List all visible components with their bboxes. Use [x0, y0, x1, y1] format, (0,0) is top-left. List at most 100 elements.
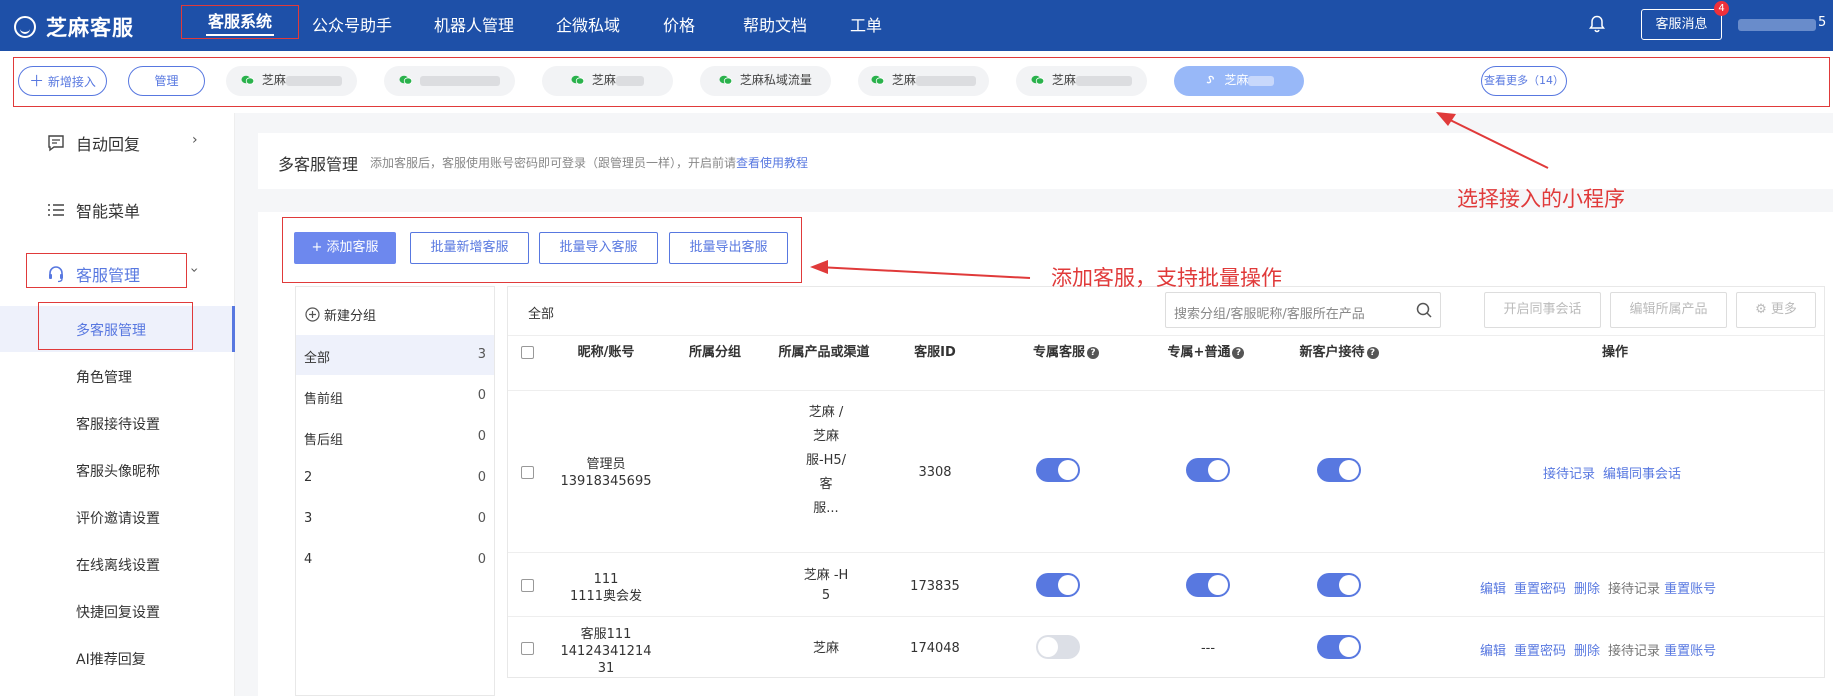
- channel-item[interactable]: 芝麻: [226, 66, 357, 96]
- sidebar-item-smart-menu[interactable]: 智能菜单: [46, 198, 140, 222]
- help-icon: ?: [1087, 347, 1099, 359]
- sidebar-sub-roles[interactable]: 角色管理: [76, 367, 132, 387]
- nav-wecom[interactable]: 企微私域: [556, 0, 620, 51]
- dedicated-toggle[interactable]: [1036, 573, 1080, 597]
- sidebar-sub-online[interactable]: 在线离线设置: [76, 555, 160, 575]
- group-item[interactable]: 20: [296, 458, 494, 498]
- group-item[interactable]: 售前组 0: [296, 376, 494, 416]
- reception-record-link[interactable]: 接待记录: [1608, 582, 1660, 597]
- edit-colleague-chat-link[interactable]: 编辑同事会话: [1603, 467, 1681, 482]
- nav-robot[interactable]: 机器人管理: [434, 0, 514, 51]
- reset-password-link[interactable]: 重置密码: [1514, 644, 1566, 659]
- chevron-down-icon[interactable]: ›: [186, 267, 202, 273]
- wechat-icon: [1031, 75, 1045, 85]
- row-actions: 编辑 重置密码 删除 接待记录 重置账号: [1480, 578, 1724, 597]
- new-customer-toggle[interactable]: [1317, 573, 1361, 597]
- logo-icon: [14, 16, 36, 38]
- reset-account-link[interactable]: 重置账号: [1664, 582, 1716, 597]
- col-dedicated-normal: 专属+普通?: [1146, 344, 1266, 362]
- channel-item[interactable]: 芝麻私域流量: [700, 66, 831, 96]
- sidebar-sub-multi-cs[interactable]: 多客服管理: [76, 320, 146, 340]
- delete-link[interactable]: 删除: [1574, 644, 1600, 659]
- sidebar-sub-quick-reply[interactable]: 快捷回复设置: [76, 602, 160, 622]
- col-ops: 操作: [1601, 345, 1628, 360]
- batch-new-button[interactable]: 批量新增客服: [410, 232, 529, 264]
- reception-record-link[interactable]: 接待记录: [1543, 467, 1595, 482]
- row-checkbox[interactable]: [521, 642, 534, 655]
- sidebar-sub-avatar[interactable]: 客服头像昵称: [76, 461, 160, 481]
- search-input[interactable]: 搜索分组/客服昵称/客服所在产品: [1165, 292, 1441, 328]
- nav-official-account[interactable]: 公众号助手: [312, 0, 392, 51]
- wechat-icon: [399, 75, 413, 85]
- list-icon: [48, 204, 64, 216]
- group-item-all[interactable]: 全部 3: [296, 335, 494, 375]
- cs-message-button[interactable]: 客服消息: [1641, 9, 1722, 40]
- dedicated-normal-toggle[interactable]: [1186, 573, 1230, 597]
- view-more-channels[interactable]: 查看更多（14）: [1481, 66, 1567, 96]
- edit-link[interactable]: 编辑: [1480, 582, 1506, 597]
- add-channel-button[interactable]: ＋ 新增接入: [18, 66, 107, 96]
- description-card: 多客服管理 添加客服后，客服使用账号密码即可登录（跟管理员一样），开启前请查看使…: [258, 133, 1833, 189]
- sidebar-item-auto-reply[interactable]: 自动回复: [46, 131, 140, 155]
- nav-price[interactable]: 价格: [663, 0, 695, 51]
- sidebar-sub-ai-reply[interactable]: AI推荐回复: [76, 649, 146, 669]
- search-icon[interactable]: [1416, 302, 1432, 318]
- channel-item-selected[interactable]: 芝麻: [1174, 66, 1304, 96]
- annotation-add-batch: 添加客服，支持批量操作: [1051, 266, 1282, 290]
- col-group: 所属分组: [688, 345, 741, 360]
- gear-icon: ⚙: [1755, 302, 1767, 317]
- sidebar-sub-reception[interactable]: 客服接待设置: [76, 414, 160, 434]
- new-customer-toggle[interactable]: [1317, 458, 1361, 482]
- edit-product-button[interactable]: 编辑所属产品: [1610, 292, 1727, 328]
- chevron-right-icon[interactable]: ›: [192, 132, 198, 148]
- sidebar-item-cs-manage[interactable]: 客服管理: [46, 262, 140, 286]
- group-item[interactable]: 售后组 0: [296, 417, 494, 457]
- edit-link[interactable]: 编辑: [1480, 644, 1506, 659]
- page-description: 添加客服后，客服使用账号密码即可登录（跟管理员一样），开启前请查看使用教程: [370, 156, 809, 170]
- add-cs-button[interactable]: + 添加客服: [294, 232, 396, 264]
- row-checkbox[interactable]: [521, 579, 534, 592]
- nav-help[interactable]: 帮助文档: [743, 0, 807, 51]
- col-new-customer: 新客户接待?: [1284, 344, 1394, 362]
- new-group-button[interactable]: 新建分组: [305, 305, 376, 324]
- channel-item[interactable]: 芝麻: [1016, 66, 1147, 96]
- brand-logo[interactable]: 芝麻客服: [14, 12, 134, 42]
- dedicated-toggle[interactable]: [1036, 635, 1080, 659]
- user-account-blurred[interactable]: [1738, 19, 1816, 31]
- top-nav: 芝麻客服 客服系统 公众号助手 机器人管理 企微私域 价格 帮助文档 工单 客服…: [0, 0, 1833, 51]
- reset-password-link[interactable]: 重置密码: [1514, 582, 1566, 597]
- dedicated-normal-toggle[interactable]: [1186, 458, 1230, 482]
- wechat-icon: [871, 75, 885, 85]
- reception-record-link[interactable]: 接待记录: [1608, 644, 1660, 659]
- row-channel: 芝麻 -H 5: [803, 568, 849, 603]
- select-all-checkbox[interactable]: [521, 346, 534, 359]
- open-colleague-chat-button[interactable]: 开启同事会话: [1484, 292, 1601, 328]
- reset-account-link[interactable]: 重置账号: [1664, 644, 1716, 659]
- group-item[interactable]: 40: [296, 540, 494, 580]
- channel-item[interactable]: [384, 66, 515, 96]
- more-button[interactable]: ⚙ 更多: [1736, 292, 1816, 328]
- row-cs-id: 3308: [918, 465, 952, 480]
- row-checkbox[interactable]: [521, 466, 534, 479]
- delete-link[interactable]: 删除: [1574, 582, 1600, 597]
- nav-cs-system[interactable]: 客服系统: [181, 5, 300, 39]
- headset-icon: [49, 266, 63, 283]
- row-actions: 接待记录 编辑同事会话: [1543, 463, 1689, 482]
- channel-item[interactable]: 芝麻: [858, 66, 989, 96]
- batch-export-button[interactable]: 批量导出客服: [669, 232, 788, 264]
- row-nickname: 客服111 14124341214 31: [560, 627, 652, 676]
- batch-import-button[interactable]: 批量导入客服: [539, 232, 658, 264]
- brand-name: 芝麻客服: [46, 16, 134, 40]
- manage-channel-button[interactable]: 管理: [128, 66, 205, 96]
- new-customer-toggle[interactable]: [1317, 635, 1361, 659]
- page-title: 多客服管理: [278, 155, 359, 174]
- tutorial-link[interactable]: 查看使用教程: [736, 156, 808, 170]
- dedicated-toggle[interactable]: [1036, 458, 1080, 482]
- row-channel: 芝麻: [812, 641, 839, 656]
- bell-icon[interactable]: [1589, 15, 1605, 33]
- nav-ticket[interactable]: 工单: [850, 0, 882, 51]
- channel-item[interactable]: 芝麻: [542, 66, 673, 96]
- sidebar-sub-rating[interactable]: 评价邀请设置: [76, 508, 160, 528]
- group-item[interactable]: 30: [296, 499, 494, 539]
- plus-icon: ＋: [29, 72, 45, 90]
